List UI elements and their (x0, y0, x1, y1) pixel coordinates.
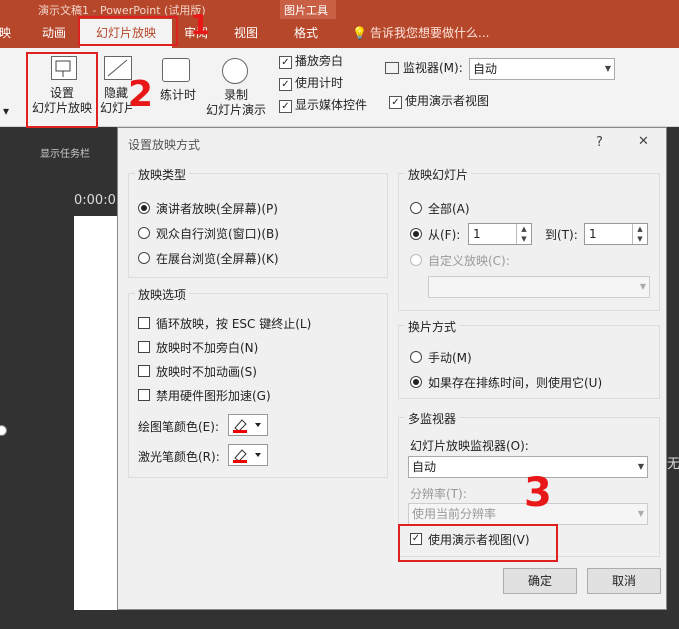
advance-manual-label: 手动(M) (428, 351, 472, 365)
play-narration-label: 播放旁白 (295, 54, 344, 68)
multi-monitor-title: 多监视器 (405, 410, 460, 427)
show-media-controls-label: 显示媒体控件 (295, 98, 368, 112)
no-narration-checkbox[interactable] (138, 341, 150, 353)
slides-all-radio[interactable] (410, 202, 422, 214)
record-icon (222, 58, 248, 84)
use-timings-checkbox[interactable]: ✓ (279, 78, 292, 91)
pen-color-label: 绘图笔颜色(E): (138, 420, 219, 434)
no-animation-label: 放映时不加动画(S) (156, 365, 257, 379)
right-edge-text: 无 (667, 457, 679, 472)
pen-color-icon (233, 419, 261, 433)
help-button[interactable]: ? (596, 135, 603, 150)
picture-tools-label: 图片工具 (284, 4, 328, 17)
no-animation-checkbox[interactable] (138, 365, 150, 377)
annotation-box-setup (26, 52, 98, 128)
monitor-select-value: 自动 (473, 62, 498, 76)
laser-color-icon (233, 449, 261, 463)
slides-to-spinner[interactable]: 1 ▲ ▼ (584, 223, 648, 245)
cancel-button[interactable]: 取消 (587, 568, 661, 594)
show-type-window-label: 观众自行浏览(窗口)(B) (156, 227, 279, 241)
slides-custom-label: 自定义放映(C): (428, 254, 510, 268)
resolution-value: 使用当前分辨率 (412, 507, 497, 521)
tell-me-input[interactable]: 告诉我您想要做什么... (370, 19, 489, 48)
slides-to-value: 1 (589, 227, 597, 241)
laser-color-label: 激光笔颜色(R): (138, 450, 220, 464)
tab-partial[interactable]: 映 (0, 19, 16, 48)
show-type-kiosk-label: 在展台浏览(全屏幕)(K) (156, 252, 279, 266)
play-narration-checkbox[interactable]: ✓ (279, 56, 292, 69)
show-type-speaker-radio[interactable] (138, 202, 150, 214)
spinner-arrows-icon[interactable]: ▲ ▼ (516, 224, 531, 244)
lightbulb-icon: 💡 (352, 26, 367, 40)
annotation-number-3: 3 (524, 470, 552, 516)
disable-hw-accel-label: 禁用硬件图形加速(G) (156, 389, 271, 403)
advance-title: 换片方式 (405, 318, 460, 335)
slide-preview (74, 216, 122, 610)
slides-to-label: 到(T): (545, 228, 578, 242)
show-media-controls-checkbox[interactable]: ✓ (279, 100, 292, 113)
record-slideshow-button[interactable]: 录制 幻灯片演示 (200, 88, 272, 118)
spinner-arrows-icon[interactable]: ▲ ▼ (632, 224, 647, 244)
resolution-label: 分辨率(T): (410, 487, 467, 501)
advance-manual-radio[interactable] (410, 351, 422, 363)
chevron-down-icon: ▼ (637, 509, 644, 518)
dialog-title: 设置放映方式 (128, 138, 201, 152)
ok-button[interactable]: 确定 (503, 568, 577, 594)
advance-timings-label: 如果存在排练时间，则使用它(U) (428, 376, 603, 390)
rehearse-timing-button[interactable]: 练计时 (158, 88, 198, 103)
annotation-number-2: 2 (128, 74, 154, 115)
setup-show-dialog: 设置放映方式 ? ✕ 放映类型 演讲者放映(全屏幕)(P) 观众自行浏览(窗口)… (117, 127, 667, 610)
context-group: 图片工具 (280, 0, 336, 19)
show-type-window-radio[interactable] (138, 227, 150, 239)
loop-label: 循环放映，按 ESC 键终止(L) (156, 317, 312, 331)
close-button[interactable]: ✕ (638, 134, 649, 149)
chevron-down-icon: ▼ (604, 64, 611, 73)
show-type-speaker-label: 演讲者放映(全屏幕)(P) (156, 202, 278, 216)
annotation-box-presenter (398, 524, 558, 562)
elapsed-time: 0:00:0 (74, 193, 116, 208)
slides-from-radio[interactable] (410, 228, 422, 240)
chevron-down-icon: ▼ (637, 462, 644, 471)
no-narration-label: 放映时不加旁白(N) (156, 341, 259, 355)
pen-color-button[interactable] (228, 414, 268, 436)
annotation-box-tab (78, 16, 178, 46)
slides-custom-radio[interactable] (410, 254, 422, 266)
slides-from-label: 从(F): (428, 228, 461, 242)
laser-color-button[interactable] (228, 444, 268, 466)
annotation-number-1: 1 (190, 8, 210, 41)
show-type-kiosk-radio[interactable] (138, 252, 150, 264)
use-presenter-view-checkbox[interactable]: ✓ (389, 96, 402, 109)
tab-view[interactable]: 视图 (226, 19, 266, 48)
rehearse-timing-icon (162, 58, 190, 82)
show-type-title: 放映类型 (135, 166, 190, 183)
loop-checkbox[interactable] (138, 317, 150, 329)
slideshow-monitor-label: 幻灯片放映监视器(O): (410, 439, 529, 453)
advance-timings-radio[interactable] (410, 376, 422, 388)
chevron-down-icon: ▼ (639, 282, 646, 291)
custom-show-select[interactable]: ▼ (428, 276, 650, 298)
use-presenter-view-label: 使用演示者视图 (405, 94, 490, 108)
task-pane-label: 显示任务栏 (40, 149, 90, 160)
show-slides-title: 放映幻灯片 (405, 166, 472, 183)
tab-format[interactable]: 格式 (282, 19, 330, 48)
monitor-label: 监视器(M): (403, 61, 463, 75)
use-timings-label: 使用计时 (295, 76, 344, 90)
ribbon: ▾ 设置 幻灯片放映 隐藏 幻灯片 练计时 录制 幻灯片演示 ✓ 播放旁白 ✓ … (0, 48, 679, 127)
slideshow-monitor-value: 自动 (412, 460, 437, 474)
tab-animations[interactable]: 动画 (32, 19, 76, 48)
monitor-icon (385, 62, 399, 74)
monitor-select[interactable]: 自动 ▼ (469, 58, 615, 80)
slides-from-spinner[interactable]: 1 ▲ ▼ (468, 223, 532, 245)
slides-all-label: 全部(A) (428, 202, 470, 216)
show-options-title: 放映选项 (135, 286, 190, 303)
disable-hw-accel-checkbox[interactable] (138, 389, 150, 401)
ribbon-partial-dropdown[interactable]: ▾ (0, 104, 12, 119)
slides-from-value: 1 (473, 227, 481, 241)
